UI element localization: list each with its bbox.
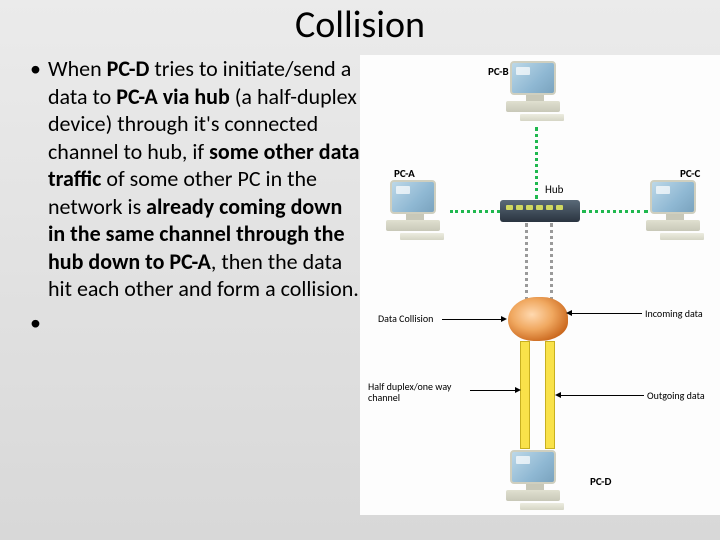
label-data-collision: Data Collision [378, 313, 433, 324]
arrow-incoming-head [566, 310, 572, 316]
arrow-outgoing [560, 395, 644, 396]
text-segment: PC-A via hub [116, 83, 235, 110]
bullet-item-empty: • [30, 309, 360, 337]
bullet-item: • When PC-D tries to initiate/send a dat… [30, 55, 360, 303]
link-a-hub [450, 210, 500, 213]
collision-icon [508, 297, 568, 341]
pc-b-label: PC-B [488, 65, 509, 78]
label-outgoing: Outgoing data [647, 390, 705, 401]
hub-icon [500, 200, 580, 222]
arrow-outgoing-head [555, 392, 561, 398]
pc-a-label: PC-A [394, 167, 415, 180]
pc-d-icon [510, 450, 560, 492]
bullet-marker: • [30, 55, 48, 303]
link-hub-d-right [550, 223, 553, 301]
link-hub-d-left [525, 223, 528, 301]
channel-right [545, 341, 555, 449]
link-b-hub [535, 127, 538, 199]
text-segment: PC-D [107, 55, 155, 82]
pc-b-icon [510, 61, 560, 103]
bullet-marker: • [30, 309, 48, 337]
bullet-text: When PC-D tries to initiate/send a data … [48, 55, 360, 303]
channel-left [520, 341, 530, 449]
pc-d-label: PC-D [590, 475, 611, 488]
hub-label: Hub [545, 183, 563, 196]
label-incoming: Incoming data [645, 308, 703, 319]
arrow-collision [442, 319, 504, 320]
arrow-halfduplex-head [515, 387, 521, 393]
arrow-collision-head [501, 316, 507, 322]
text-segment: When [48, 55, 107, 82]
pc-c-icon [650, 180, 700, 222]
network-diagram: PC-B PC-A PC-C PC-D Hub Data Collision [360, 55, 720, 515]
bullet-text-empty [48, 309, 360, 337]
pc-c-label: PC-C [680, 167, 700, 180]
arrow-halfduplex [470, 390, 518, 391]
bullet-list: • When PC-D tries to initiate/send a dat… [30, 55, 360, 342]
arrow-incoming [572, 313, 642, 314]
slide-title: Collision [0, 2, 720, 48]
pc-a-icon [390, 180, 440, 222]
link-c-hub [582, 210, 648, 213]
label-half-duplex: Half duplex/one way channel [368, 381, 473, 403]
